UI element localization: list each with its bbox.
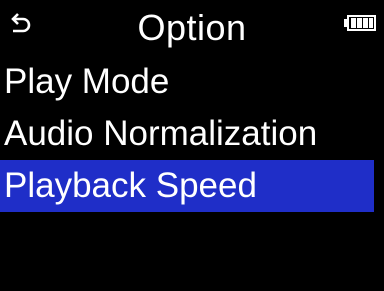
menu-item-label: Playback Speed <box>4 166 257 205</box>
option-menu: Play Mode Audio Normalization Playback S… <box>0 56 384 212</box>
page-title: Option <box>137 7 247 48</box>
menu-item-play-mode[interactable]: Play Mode <box>0 56 384 108</box>
menu-item-audio-normalization[interactable]: Audio Normalization <box>0 108 384 160</box>
menu-item-playback-speed[interactable]: Playback Speed <box>0 160 374 212</box>
header-bar: Option <box>0 0 384 54</box>
menu-item-label: Play Mode <box>4 62 170 101</box>
menu-item-label: Audio Normalization <box>4 114 318 153</box>
device-screen: Option Play Mode Audio Normalization Pla… <box>0 0 384 291</box>
battery-icon <box>344 15 376 31</box>
